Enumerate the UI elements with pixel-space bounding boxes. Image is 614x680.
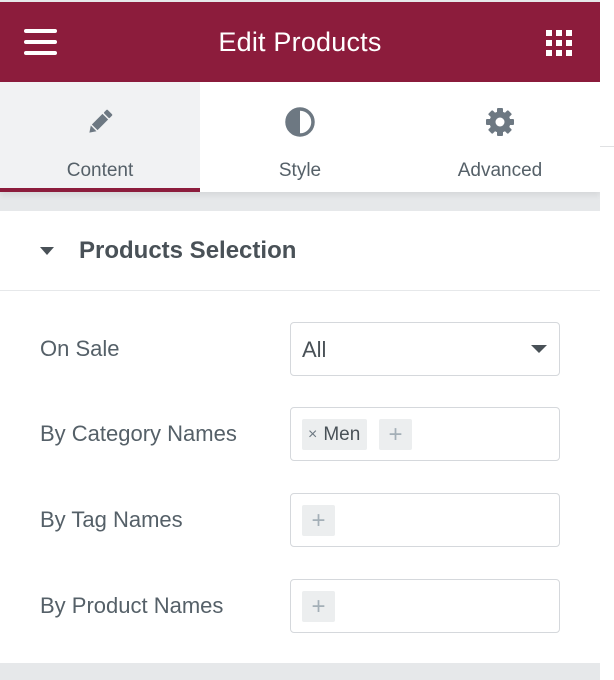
editor-panel: Edit Products Content Style Advanced Pro… <box>0 0 600 680</box>
tag-label: Men <box>323 423 361 445</box>
product-names-row: By Product Names + <box>0 579 600 635</box>
tag-chip: × Men <box>302 419 368 450</box>
on-sale-row: On Sale All <box>0 322 600 378</box>
hamburger-icon[interactable] <box>24 29 57 55</box>
panel-header: Edit Products <box>0 2 600 82</box>
on-sale-label: On Sale <box>40 336 120 361</box>
active-tab-indicator <box>0 188 200 192</box>
on-sale-value: All <box>302 337 327 362</box>
category-names-label: By Category Names <box>40 421 237 446</box>
remove-tag-icon[interactable]: × <box>308 426 317 444</box>
tab-style-label: Style <box>278 160 322 181</box>
tab-style[interactable]: Style <box>200 82 400 192</box>
add-tag-button[interactable]: + <box>302 505 335 536</box>
tab-content-label: Content <box>66 160 134 181</box>
half-circle-icon <box>284 106 316 138</box>
tag-names-label: By Tag Names <box>40 507 183 532</box>
panel-tabs: Content Style Advanced <box>0 82 600 192</box>
category-names-row: By Category Names × Men + <box>0 407 600 463</box>
product-names-label: By Product Names <box>40 593 224 618</box>
tab-content[interactable]: Content <box>0 82 200 192</box>
tab-advanced-label: Advanced <box>457 160 543 181</box>
preview-edge <box>600 0 614 680</box>
gear-icon <box>484 106 516 138</box>
add-product-button[interactable]: + <box>302 591 335 622</box>
category-names-input[interactable]: × Men + <box>290 407 560 461</box>
tag-names-row: By Tag Names + <box>0 493 600 549</box>
chevron-down-icon <box>531 345 547 353</box>
panel-title: Edit Products <box>218 26 382 57</box>
on-sale-select[interactable]: All <box>290 322 560 376</box>
section-title: Products Selection <box>79 236 297 264</box>
add-category-button[interactable]: + <box>379 419 412 450</box>
tab-advanced[interactable]: Advanced <box>400 82 600 192</box>
pencil-icon <box>85 106 115 138</box>
grid-icon[interactable] <box>546 30 572 56</box>
section-toggle[interactable]: Products Selection <box>0 211 600 291</box>
tag-names-input[interactable]: + <box>290 493 560 547</box>
products-selection-section: Products Selection On Sale All By Catego… <box>0 211 600 663</box>
caret-down-icon <box>40 246 54 255</box>
product-names-input[interactable]: + <box>290 579 560 633</box>
